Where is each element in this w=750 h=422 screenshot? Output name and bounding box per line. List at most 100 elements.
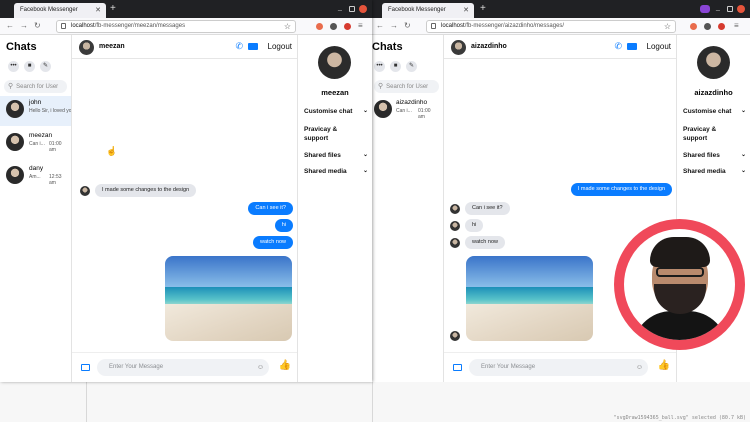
close-tab-icon[interactable]: ✕ (95, 3, 101, 18)
minimize-button[interactable]: _ (714, 4, 722, 13)
chats-sidebar: Chats ••• ■ ✎ ⚲ Search for User john Hell… (0, 35, 72, 382)
extension-icon[interactable] (690, 23, 697, 30)
profile-name: aizazdinho (694, 88, 733, 97)
message-input[interactable]: Enter Your Message ☺ (469, 359, 648, 376)
like-icon[interactable]: 👍 (658, 360, 670, 371)
logout-button[interactable]: Logout (268, 42, 292, 51)
forward-icon[interactable]: → (20, 21, 28, 31)
video-call-icon[interactable] (627, 43, 637, 50)
extension-icon[interactable] (718, 23, 725, 30)
extension-icon[interactable] (330, 23, 337, 30)
menu-icon[interactable]: ≡ (358, 21, 363, 31)
search-icon: ⚲ (8, 83, 14, 90)
tab-bar: Facebook Messenger ✕ + _ (372, 0, 750, 18)
chat-item-aizazdinho[interactable]: aizazdinho Can i... 01:00 am (372, 96, 443, 126)
close-window-button[interactable] (737, 5, 745, 13)
extension-icon[interactable] (704, 23, 711, 30)
image-upload-icon[interactable] (453, 364, 462, 371)
search-icon: ⚲ (378, 83, 384, 90)
logout-button[interactable]: Logout (647, 42, 671, 51)
avatar (6, 100, 24, 118)
conversation-header: aizazdinho ✆ Logout (444, 35, 676, 59)
chevron-down-icon: ⌄ (740, 168, 746, 174)
chat-actions: ••• ■ ✎ (372, 61, 443, 73)
chat-item-john[interactable]: john Hello Sir, i loved your (0, 96, 71, 126)
section-customise-chat[interactable]: Customise chat ⌄ (683, 107, 746, 116)
extension-icon[interactable] (316, 23, 323, 30)
browser-tab[interactable]: Facebook Messenger ✕ (14, 3, 106, 18)
video-call-icon[interactable] (248, 43, 258, 50)
navigation-bar: ← → ↻ localhost/fb-messenger/meezan/mess… (0, 18, 372, 35)
image-upload-icon[interactable] (81, 364, 90, 371)
chevron-down-icon: ⌄ (362, 152, 368, 158)
shared-beach-image[interactable] (165, 256, 292, 341)
section-shared-files[interactable]: Shared files ⌄ (683, 151, 746, 160)
extension-icon[interactable] (344, 23, 351, 30)
reload-icon[interactable]: ↻ (34, 21, 41, 31)
minimize-button[interactable]: _ (336, 4, 344, 13)
status-text: "svgDraw1594365_ball.svg" selected (80.7… (613, 415, 746, 421)
new-tab-button[interactable]: + (480, 3, 486, 15)
maximize-button[interactable] (727, 6, 733, 12)
compose-icon[interactable]: ✎ (40, 61, 51, 72)
address-bar[interactable]: localhost/fb-messenger/meezan/messages ☆ (56, 20, 296, 33)
desktop-background: "svgDraw1594365_ball.svg" selected (80.7… (0, 382, 750, 422)
compose-icon[interactable]: ✎ (406, 61, 417, 72)
like-icon[interactable]: 👍 (279, 360, 291, 371)
new-tab-button[interactable]: + (110, 3, 116, 15)
back-icon[interactable]: ← (376, 21, 384, 31)
message-bubble: hi (465, 219, 484, 232)
back-icon[interactable]: ← (6, 21, 14, 31)
video-icon[interactable]: ■ (24, 61, 35, 72)
tab-title: Facebook Messenger (388, 7, 446, 13)
message-bubble: Can i see it? (248, 202, 293, 215)
browser-tab[interactable]: Facebook Messenger ✕ (382, 3, 474, 18)
bookmark-star-icon[interactable]: ☆ (664, 21, 671, 32)
search-input[interactable]: ⚲ Search for User (4, 80, 67, 93)
bookmark-star-icon[interactable]: ☆ (284, 21, 291, 32)
message-bubble: hi (274, 219, 293, 232)
message-bubble: Can i see it? (465, 202, 510, 215)
close-window-button[interactable] (359, 5, 367, 13)
chat-item-dany[interactable]: dany Am... 12:53 am (0, 162, 71, 192)
conversation-panel: meezan ✆ Logout I made some changes to t… (72, 35, 297, 382)
webcam-overlay (624, 229, 735, 340)
maximize-button[interactable] (349, 6, 355, 12)
phone-icon[interactable]: ✆ (235, 41, 243, 52)
more-icon[interactable]: ••• (374, 61, 385, 72)
close-tab-icon[interactable]: ✕ (463, 3, 469, 18)
search-input[interactable]: ⚲ Search for User (374, 80, 439, 93)
phone-icon[interactable]: ✆ (614, 41, 622, 52)
section-shared-files[interactable]: Shared files ⌄ (304, 151, 368, 160)
message-composer: Enter Your Message ☺ 👍 (444, 352, 676, 382)
chat-item-meezan[interactable]: meezan Can i... 01:00 am (0, 129, 71, 159)
message-bubble: I made some changes to the design (95, 184, 197, 197)
section-shared-media[interactable]: Shared media ⌄ (683, 167, 746, 176)
tab-title: Facebook Messenger (20, 7, 78, 13)
more-icon[interactable]: ••• (8, 61, 19, 72)
lock-icon (431, 23, 436, 29)
reload-icon[interactable]: ↻ (404, 21, 411, 31)
info-panel: meezan Customise chat ⌄ Pravicay & suppor… (297, 35, 372, 382)
avatar (79, 40, 94, 55)
emoji-icon[interactable]: ☺ (257, 359, 264, 376)
section-privacy-support[interactable]: Pravicay & support⌄ (683, 125, 750, 143)
avatar (450, 238, 460, 248)
video-icon[interactable]: ■ (390, 61, 401, 72)
section-privacy-support[interactable]: Pravicay & support⌄ (304, 125, 372, 143)
forward-icon[interactable]: → (390, 21, 398, 31)
chevron-down-icon: ⌄ (362, 108, 368, 114)
emoji-icon[interactable]: ☺ (636, 359, 643, 376)
profile-name: meezan (321, 88, 349, 97)
message-bubble: watch now (253, 236, 293, 249)
menu-icon[interactable]: ≡ (734, 21, 739, 31)
message-input[interactable]: Enter Your Message ☺ (97, 359, 269, 376)
section-shared-media[interactable]: Shared media ⌄ (304, 167, 368, 176)
chevron-down-icon: ⌄ (371, 125, 372, 134)
shared-beach-image[interactable] (466, 256, 593, 341)
avatar (450, 331, 460, 341)
lock-icon (61, 23, 66, 29)
address-bar[interactable]: localhost/fb-messenger/aizazdinho/messag… (426, 20, 676, 33)
conversation-header: meezan ✆ Logout (72, 35, 297, 59)
section-customise-chat[interactable]: Customise chat ⌄ (304, 107, 368, 116)
